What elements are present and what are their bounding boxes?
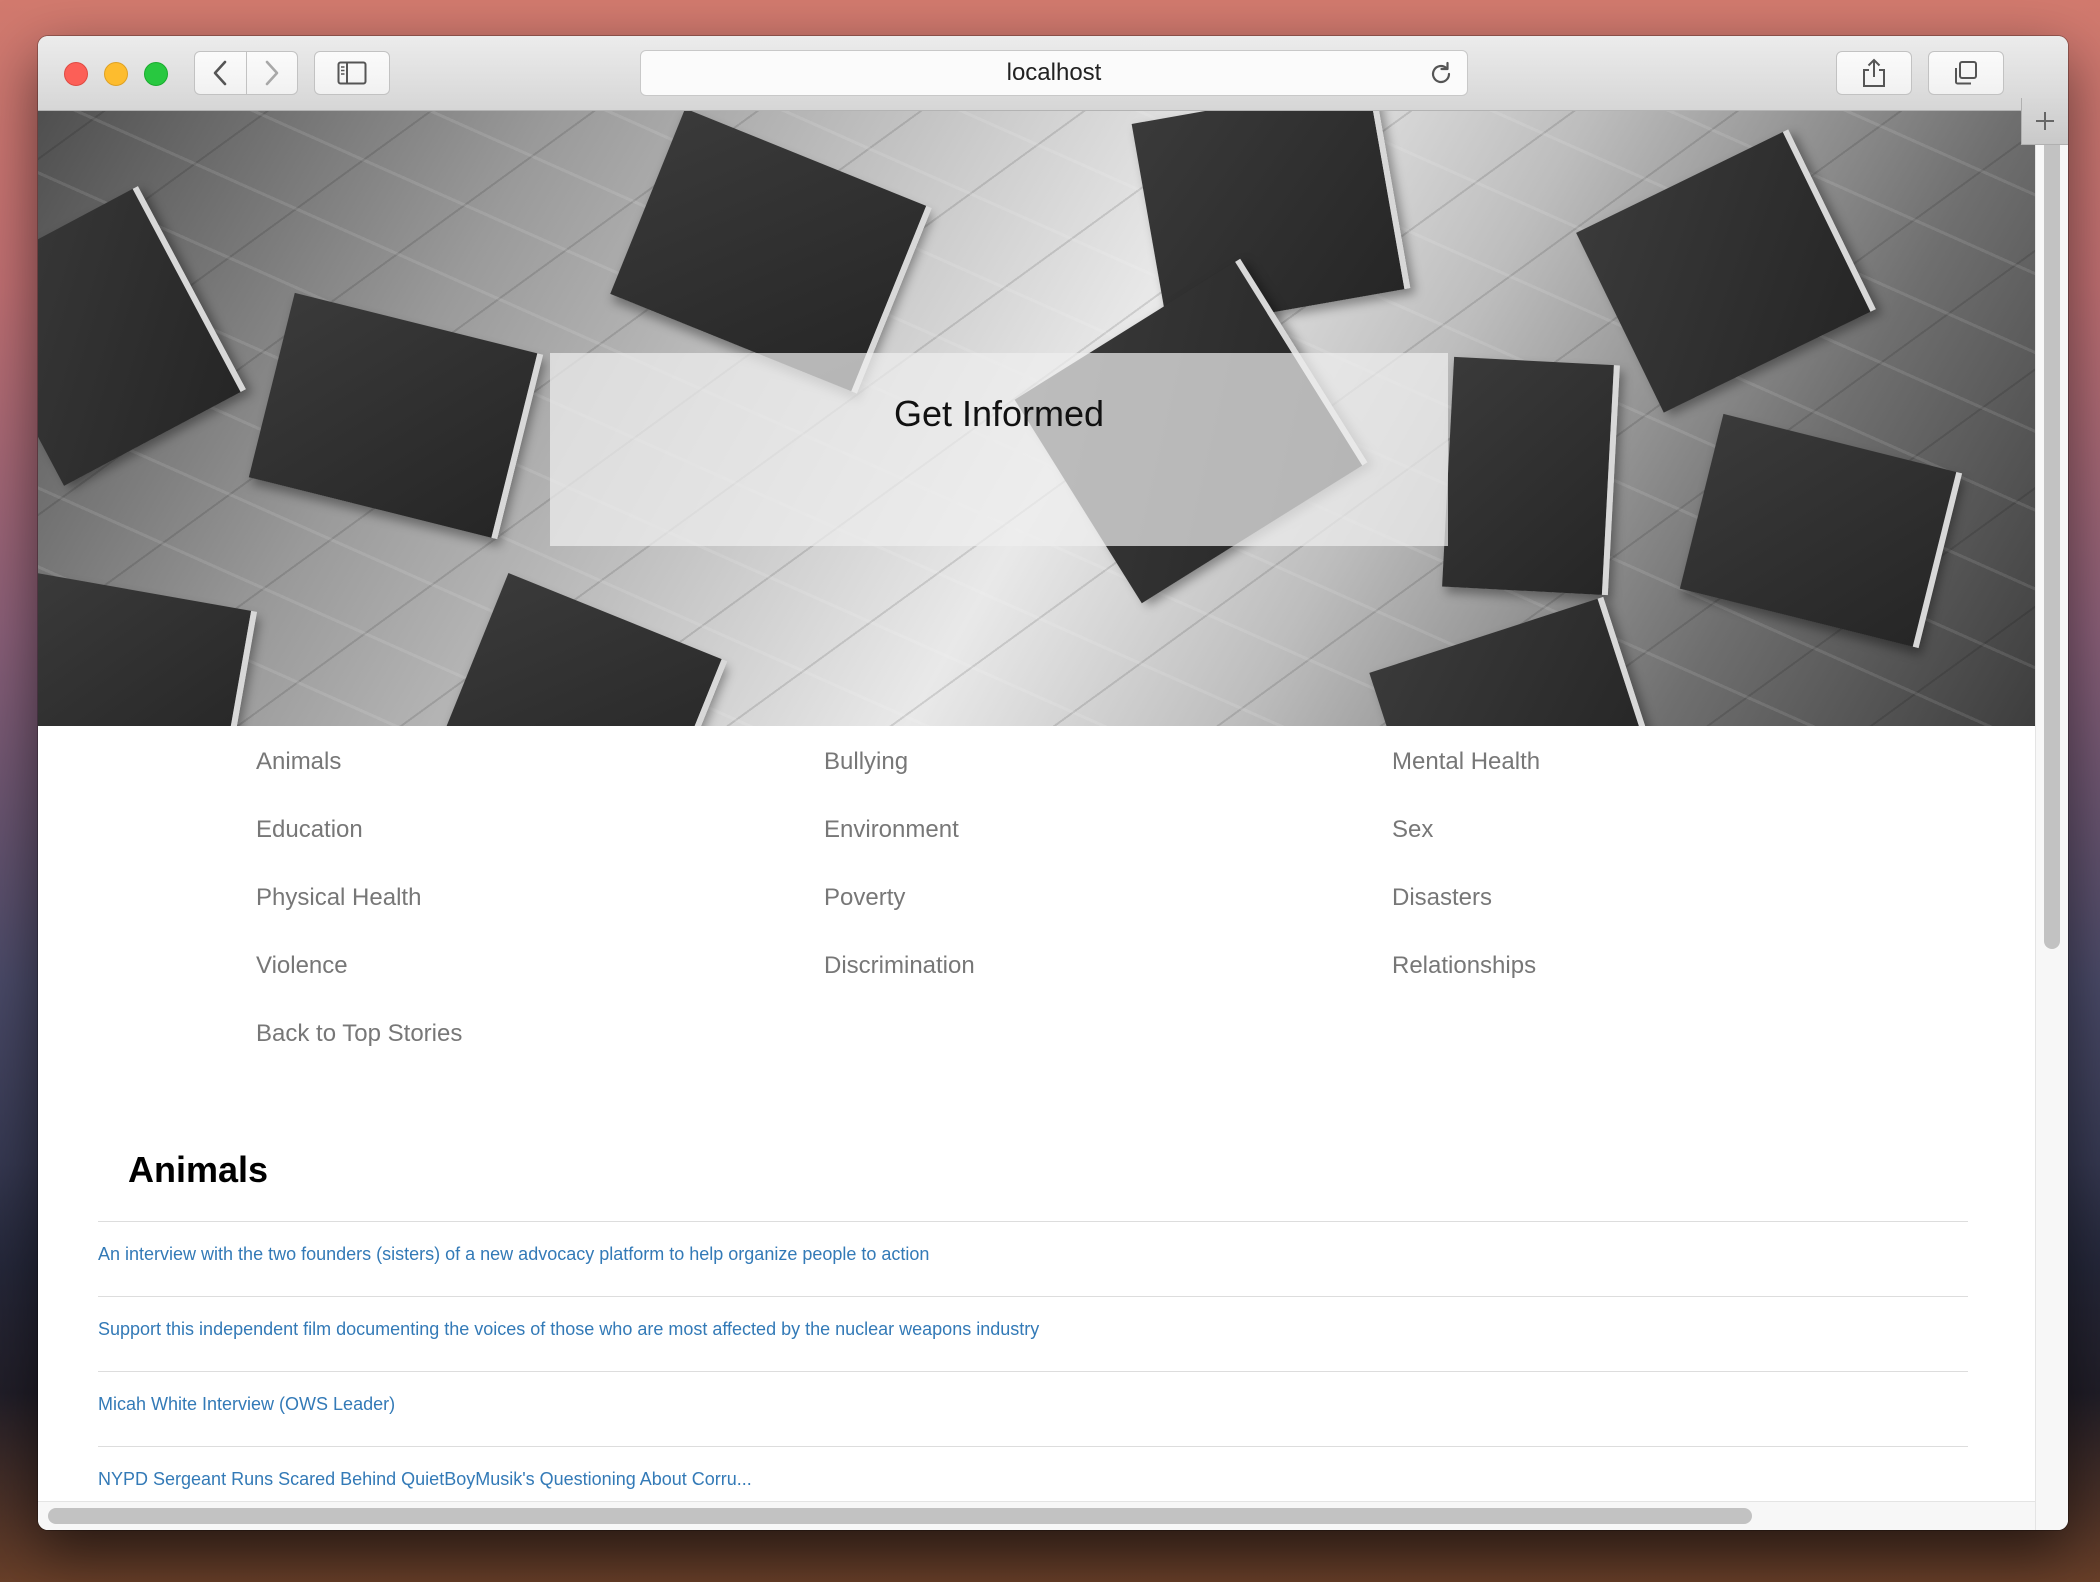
section-title: Animals (128, 1149, 269, 1190)
hero-book-image (1131, 111, 1411, 331)
hero-book-image (1442, 356, 1620, 596)
browser-toolbar: localhost (38, 36, 2068, 111)
hero-book-image (610, 111, 932, 394)
category-link-mental-health[interactable]: Mental Health (1392, 748, 1540, 776)
minimize-window-button[interactable] (104, 62, 128, 86)
back-button[interactable] (195, 52, 246, 94)
horizontal-scrollbar[interactable] (38, 1501, 2036, 1530)
hero-book-image (1576, 129, 1876, 413)
story-link[interactable]: Support this independent film documentin… (98, 1319, 1039, 1340)
hero-book-image (38, 572, 258, 726)
sidebar-toggle-button[interactable] (314, 51, 390, 95)
hero-book-image (1369, 596, 1653, 726)
category-link-sex[interactable]: Sex (1392, 816, 1433, 844)
category-link-education[interactable]: Education (256, 816, 363, 844)
hero-banner: Get Informed (38, 111, 2036, 726)
hero-title-panel: Get Informed (550, 353, 1448, 546)
chevron-left-icon (213, 60, 227, 86)
plus-icon (2036, 112, 2054, 130)
reload-icon[interactable] (1427, 60, 1455, 88)
category-link-animals[interactable]: Animals (256, 748, 341, 776)
tab-overview-button[interactable] (1928, 51, 2004, 95)
story-link[interactable]: An interview with the two founders (sist… (98, 1244, 929, 1265)
category-link-bullying[interactable]: Bullying (824, 748, 908, 776)
hero-book-image (444, 572, 728, 726)
category-nav: Animals Education Physical Health Violen… (38, 726, 2036, 1086)
vertical-scrollbar[interactable] (2035, 111, 2068, 1530)
category-link-disasters[interactable]: Disasters (1392, 884, 1492, 912)
new-tab-button[interactable] (2021, 98, 2068, 145)
hero-book-image (1679, 413, 1963, 649)
story-link[interactable]: Micah White Interview (OWS Leader) (98, 1394, 395, 1415)
share-icon (1863, 58, 1885, 87)
category-link-violence[interactable]: Violence (256, 952, 348, 980)
page-content: Get Informed Animals Education Physical … (38, 111, 2036, 1530)
category-link-poverty[interactable]: Poverty (824, 884, 905, 912)
list-item: Micah White Interview (OWS Leader) (98, 1371, 1968, 1446)
list-item: An interview with the two founders (sist… (98, 1221, 1968, 1296)
address-bar[interactable]: localhost (640, 50, 1468, 96)
category-link-relationships[interactable]: Relationships (1392, 952, 1536, 980)
chevron-right-icon (265, 60, 279, 86)
story-list: An interview with the two founders (sist… (98, 1221, 1968, 1530)
back-to-top-stories-link[interactable]: Back to Top Stories (256, 1020, 462, 1048)
share-button[interactable] (1836, 51, 1912, 95)
zoom-window-button[interactable] (144, 62, 168, 86)
close-window-button[interactable] (64, 62, 88, 86)
browser-window: localhost Get Informed Animals Education… (38, 36, 2068, 1530)
address-bar-url: localhost (1006, 59, 1102, 86)
hero-book-image (38, 186, 246, 486)
vertical-scrollbar-thumb[interactable] (2044, 121, 2060, 949)
hero-title: Get Informed (893, 393, 1105, 434)
category-link-environment[interactable]: Environment (824, 816, 959, 844)
tabs-overview-icon (1955, 61, 1977, 85)
hero-book-image (248, 292, 544, 540)
history-navigation (194, 51, 298, 95)
sidebar-icon (337, 61, 367, 85)
category-link-physical-health[interactable]: Physical Health (256, 884, 421, 912)
forward-button[interactable] (245, 52, 298, 94)
category-link-discrimination[interactable]: Discrimination (824, 952, 975, 980)
list-item: Support this independent film documentin… (98, 1296, 1968, 1371)
story-link[interactable]: NYPD Sergeant Runs Scared Behind QuietBo… (98, 1469, 752, 1490)
horizontal-scrollbar-thumb[interactable] (48, 1508, 1752, 1524)
